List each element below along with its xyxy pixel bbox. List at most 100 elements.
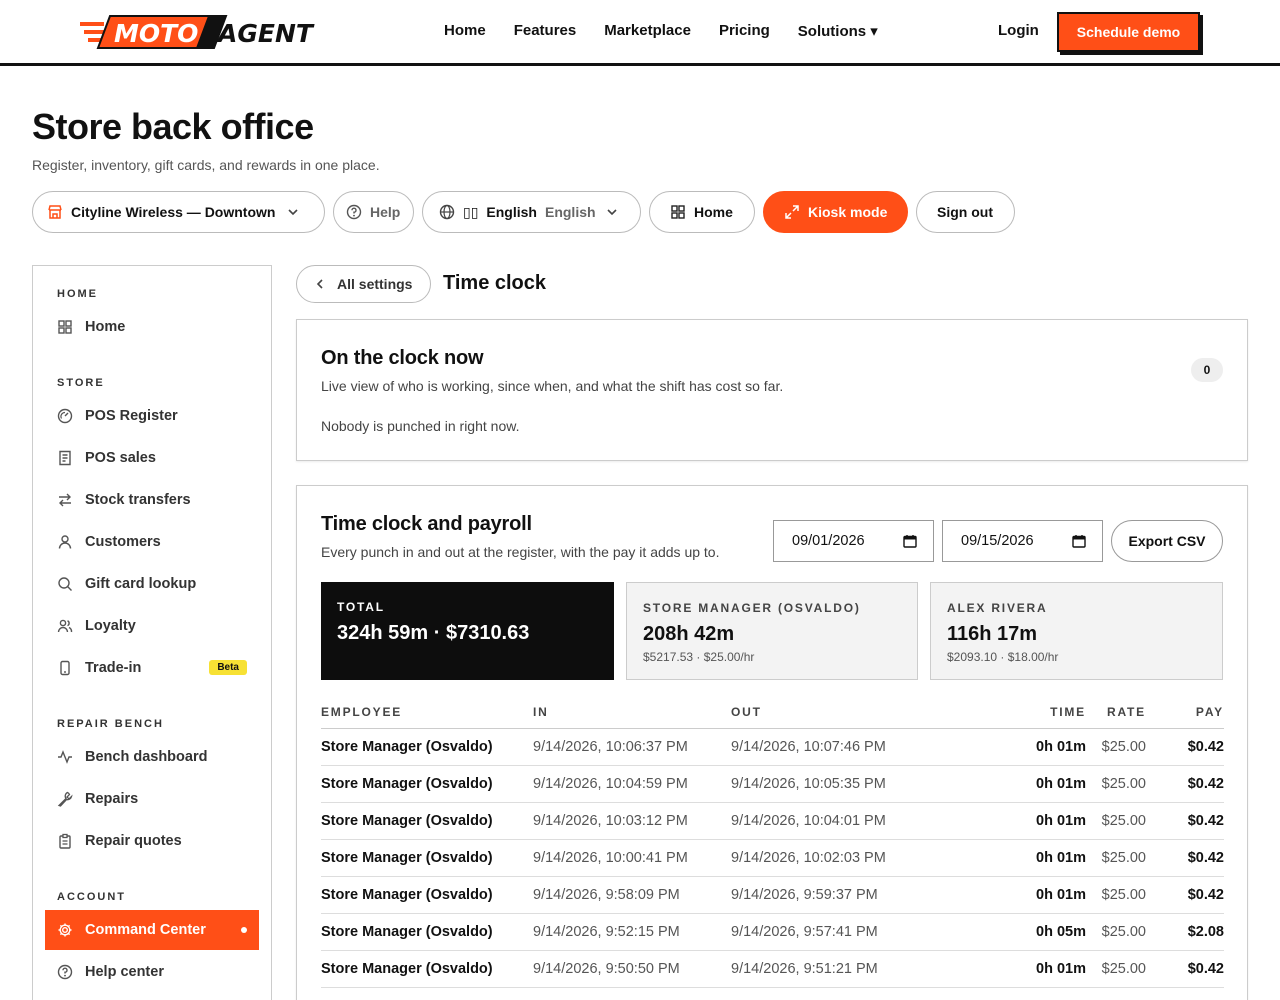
- sidebar-item-repairs[interactable]: Repairs: [45, 779, 259, 819]
- language-native: English: [486, 204, 537, 220]
- home-button-label: Home: [694, 204, 733, 220]
- cell-out: 9/14/2026, 9:51:21 PM: [731, 950, 929, 988]
- stat-subtext: $5217.53 · $25.00/hr: [643, 650, 755, 664]
- cell-employee: Store Manager (Osvaldo): [321, 839, 533, 877]
- to-date-input[interactable]: 09/15/2026: [942, 520, 1103, 562]
- nav-link-pricing[interactable]: Pricing: [719, 22, 770, 40]
- cell-out: 9/14/2026, 10:07:46 PM: [731, 728, 929, 766]
- cell-employee: Store Manager (Osvaldo): [321, 765, 533, 803]
- export-csv-button[interactable]: Export CSV: [1111, 520, 1223, 562]
- sidebar-item-help-center[interactable]: Help center: [45, 952, 259, 992]
- nav-link-solutions[interactable]: Solutions ▾: [798, 22, 878, 40]
- sidebar-item-customers[interactable]: Customers: [45, 522, 259, 562]
- schedule-demo-button[interactable]: Schedule demo: [1057, 12, 1200, 52]
- column-header-in: IN: [533, 696, 731, 729]
- search-icon: [58, 577, 72, 591]
- sidebar-item-label: Bench dashboard: [85, 749, 208, 765]
- login-link[interactable]: Login: [998, 22, 1039, 39]
- sidebar-item-pos-register[interactable]: POS Register: [45, 396, 259, 436]
- stat-label: TOTAL: [337, 600, 385, 614]
- cell-employee: Store Manager (Osvaldo): [321, 913, 533, 951]
- cell-employee: Store Manager (Osvaldo): [321, 728, 533, 766]
- cell-time: 0h 05m: [929, 913, 1086, 951]
- pulse-icon: [58, 750, 72, 764]
- logo-text-moto: MOTO: [114, 19, 198, 48]
- on-the-clock-empty-state: Nobody is punched in right now.: [321, 418, 520, 434]
- sidebar-item-pos-sales[interactable]: POS sales: [45, 438, 259, 478]
- chevron-left-icon: [316, 279, 323, 289]
- store-icon: [48, 205, 62, 219]
- sidebar-item-label: POS sales: [85, 450, 156, 466]
- nav-link-home[interactable]: Home: [444, 22, 486, 40]
- grid-icon: [58, 320, 72, 334]
- sidebar-item-label: Stock transfers: [85, 492, 191, 508]
- sidebar-item-stock-transfers[interactable]: Stock transfers: [45, 480, 259, 520]
- sidebar-item-home[interactable]: Home: [45, 307, 259, 347]
- table-row: Store Manager (Osvaldo) 9/14/2026, 10:03…: [321, 802, 1224, 840]
- cell-pay: $2.08: [1146, 913, 1224, 951]
- from-date-value: 09/01/2026: [792, 533, 865, 549]
- store-name: Cityline Wireless — Downtown: [71, 204, 276, 220]
- column-header-rate: RATE: [1086, 696, 1146, 729]
- sidebar-item-gift-card-lookup[interactable]: Gift card lookup: [45, 564, 259, 604]
- stat-value: 208h 42m: [643, 623, 735, 645]
- globe-icon: [439, 204, 455, 220]
- store-selector[interactable]: Cityline Wireless — Downtown: [32, 191, 325, 233]
- on-the-clock-card: On the clock now Live view of who is wor…: [296, 319, 1248, 461]
- sidebar-item-bench-dashboard[interactable]: Bench dashboard: [45, 737, 259, 777]
- column-header-pay: PAY: [1146, 696, 1224, 729]
- back-button-label: All settings: [337, 276, 413, 292]
- motoagent-logo[interactable]: MOTO AGENT: [80, 12, 325, 52]
- cell-rate: $25.00: [1086, 839, 1146, 877]
- cell-rate: $25.00: [1086, 950, 1146, 988]
- on-the-clock-title: On the clock now: [321, 347, 484, 369]
- sign-out-button[interactable]: Sign out: [916, 191, 1015, 233]
- from-date-input[interactable]: 09/01/2026: [773, 520, 934, 562]
- sidebar-section-store: STORE: [57, 377, 105, 389]
- nav-link-marketplace[interactable]: Marketplace: [604, 22, 691, 40]
- sidebar-item-label: Command Center: [85, 922, 206, 938]
- cell-rate: $25.00: [1086, 728, 1146, 766]
- sidebar-section-repair-bench: REPAIR BENCH: [57, 718, 164, 730]
- sidebar-item-loyalty[interactable]: Loyalty: [45, 606, 259, 646]
- sidebar-item-label: Help center: [85, 964, 164, 980]
- sign-out-label: Sign out: [937, 204, 993, 220]
- sidebar-item-label: Repair quotes: [85, 833, 182, 849]
- sidebar-item-label: Loyalty: [85, 618, 136, 634]
- clipboard-icon: [59, 833, 71, 849]
- arrows-swap-icon: [59, 493, 71, 507]
- page-title: Store back office: [32, 106, 314, 147]
- help-button[interactable]: Help: [333, 191, 414, 233]
- cell-out: 9/14/2026, 10:05:35 PM: [731, 765, 929, 803]
- nav-link-features[interactable]: Features: [514, 22, 577, 40]
- sidebar-item-repair-quotes[interactable]: Repair quotes: [45, 821, 259, 861]
- cell-out: 9/14/2026, 10:02:03 PM: [731, 839, 929, 877]
- stat-card-alex-rivera: ALEX RIVERA 116h 17m $2093.10 · $18.00/h…: [930, 582, 1223, 680]
- cell-time: 0h 01m: [929, 876, 1086, 914]
- calendar-icon[interactable]: [903, 534, 917, 548]
- cell-employee: Store Manager (Osvaldo): [321, 802, 533, 840]
- cell-pay: $0.42: [1146, 802, 1224, 840]
- home-button[interactable]: Home: [649, 191, 755, 233]
- on-the-clock-description: Live view of who is working, since when,…: [321, 378, 784, 394]
- main-nav-links: Home Features Marketplace Pricing Soluti…: [444, 22, 878, 40]
- cell-in: 9/14/2026, 9:50:50 PM: [533, 950, 731, 988]
- cell-time: 0h 01m: [929, 950, 1086, 988]
- sidebar-item-trade-in[interactable]: Trade-in Beta: [45, 648, 259, 688]
- shifts-table: EMPLOYEE IN OUT TIME RATE PAY Store Mana…: [321, 696, 1224, 988]
- kiosk-mode-button[interactable]: Kiosk mode: [763, 191, 908, 233]
- cell-in: 9/14/2026, 9:52:15 PM: [533, 913, 731, 951]
- sidebar-item-command-center[interactable]: Command Center: [45, 910, 259, 950]
- section-title: Time clock: [443, 272, 547, 294]
- all-settings-back-button[interactable]: All settings: [296, 265, 431, 303]
- cell-rate: $25.00: [1086, 913, 1146, 951]
- logo-text-agent: AGENT: [216, 19, 315, 48]
- stat-card-total: TOTAL 324h 59m · $7310.63: [321, 582, 614, 680]
- calendar-icon[interactable]: [1072, 534, 1086, 548]
- table-row: Store Manager (Osvaldo) 9/14/2026, 10:06…: [321, 728, 1224, 766]
- top-navigation: MOTO AGENT Home Features Marketplace Pri…: [0, 0, 1280, 66]
- stat-label: ALEX RIVERA: [947, 601, 1048, 615]
- language-selector[interactable]: ▯▯ English English: [422, 191, 641, 233]
- wrench-icon: [57, 791, 73, 807]
- time-clock-payroll-card: Time clock and payroll Every punch in an…: [296, 485, 1248, 1000]
